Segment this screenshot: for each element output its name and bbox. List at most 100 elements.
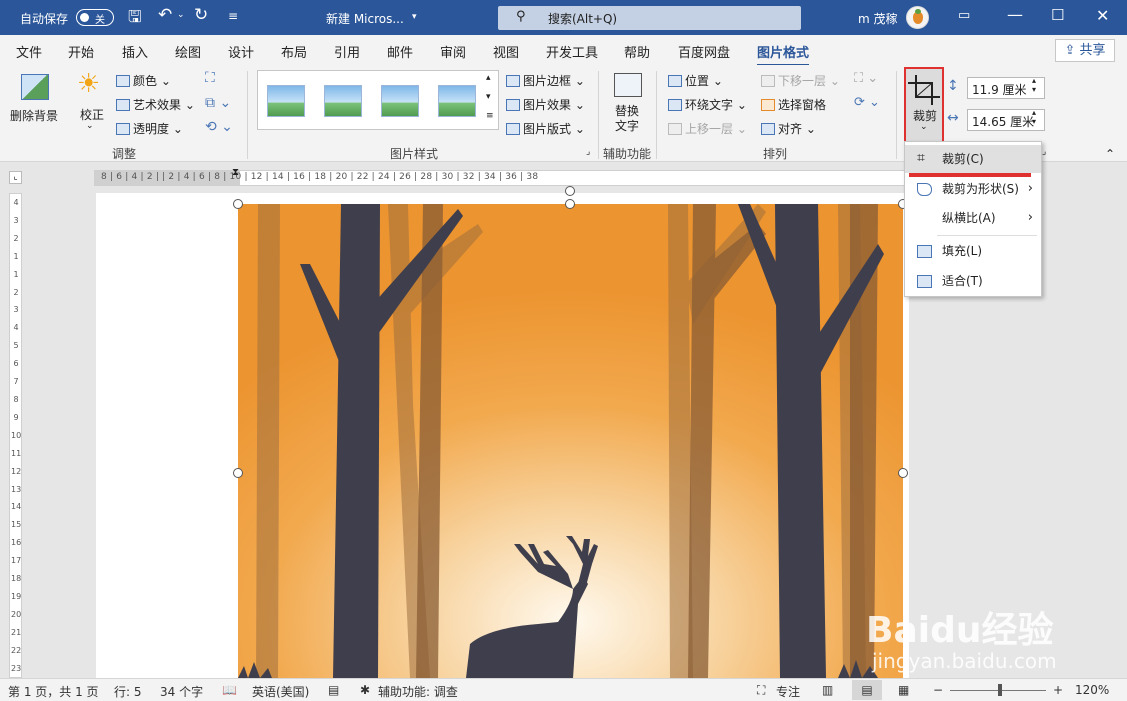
- tab-insert[interactable]: 插入: [122, 42, 148, 61]
- tab-file[interactable]: 文件: [16, 42, 42, 61]
- tab-home[interactable]: 开始: [68, 42, 94, 61]
- compress-pictures-icon[interactable]: ⛶: [205, 70, 215, 86]
- resize-handle[interactable]: [565, 199, 575, 209]
- focus-icon[interactable]: ⛶: [757, 683, 765, 698]
- zoom-in-icon[interactable]: +: [1053, 683, 1063, 697]
- position-label: 位置: [685, 74, 710, 88]
- autosave-toggle[interactable]: 关: [76, 9, 114, 26]
- bring-forward-button[interactable]: 上移一层 ⌄: [668, 120, 747, 137]
- maximize-icon[interactable]: ☐: [1051, 6, 1064, 24]
- selection-pane-button[interactable]: 选择窗格: [761, 96, 826, 113]
- group-objects-icon[interactable]: ⛶ ⌄: [854, 71, 878, 86]
- picture-layout-button[interactable]: 图片版式 ⌄: [506, 120, 585, 137]
- menu-item-aspect-ratio[interactable]: 纵横比(A) ›: [905, 204, 1041, 232]
- print-layout-icon[interactable]: ▤: [852, 680, 882, 700]
- remove-background-button[interactable]: 删除背景: [8, 69, 64, 129]
- macro-icon[interactable]: ▤: [328, 683, 339, 697]
- rotate-icon[interactable]: ⟳ ⌄: [854, 95, 880, 110]
- alt-text-button[interactable]: 替换 文字: [606, 71, 650, 141]
- minimize-icon[interactable]: —: [1007, 5, 1023, 24]
- position-button[interactable]: 位置 ⌄: [668, 72, 723, 89]
- page-count[interactable]: 第 1 页，共 1 页: [8, 683, 99, 700]
- height-spinner[interactable]: ▴ ▾: [1032, 76, 1036, 94]
- word-count[interactable]: 34 个字: [160, 683, 203, 700]
- close-icon[interactable]: ✕: [1096, 6, 1109, 25]
- undo-icon[interactable]: ↶: [158, 5, 172, 25]
- autosave-label: 自动保存: [20, 12, 69, 26]
- tab-help[interactable]: 帮助: [624, 42, 650, 61]
- artistic-effects-button[interactable]: 艺术效果 ⌄: [116, 96, 195, 113]
- resize-handle[interactable]: [233, 199, 243, 209]
- horizontal-ruler[interactable]: 8 | 6 | 4 | 2 | | 2 | 4 | 6 | 8 | 10 | 1…: [94, 167, 905, 186]
- search-box[interactable]: ⚲ 搜索(Alt+Q): [498, 6, 801, 30]
- title-dropdown-icon[interactable]: ▾: [412, 12, 417, 22]
- zoom-out-icon[interactable]: −: [933, 683, 943, 697]
- tab-baidu-netdisk[interactable]: 百度网盘: [678, 42, 730, 61]
- tab-selector[interactable]: ⌞: [9, 171, 22, 184]
- crop-button[interactable]: 裁剪 ⌄: [904, 67, 944, 144]
- focus-label[interactable]: 专注: [776, 683, 800, 700]
- read-mode-icon[interactable]: ▥: [822, 683, 833, 697]
- save-icon[interactable]: 🖫: [128, 6, 142, 33]
- avatar[interactable]: [906, 6, 929, 29]
- picture-style-thumb[interactable]: [324, 85, 362, 117]
- picture-effects-button[interactable]: 图片效果 ⌄: [506, 96, 585, 113]
- indent-marker[interactable]: ⧗: [232, 167, 239, 178]
- tab-mailings[interactable]: 邮件: [387, 42, 413, 61]
- tab-layout[interactable]: 布局: [281, 42, 307, 61]
- zoom-slider-thumb[interactable]: [998, 684, 1002, 696]
- tab-picture-format[interactable]: 图片格式: [757, 42, 810, 67]
- redo-icon[interactable]: ↻: [194, 5, 208, 25]
- dialog-launcher-icon[interactable]: ⌟: [586, 147, 590, 157]
- rotate-handle[interactable]: [565, 186, 575, 196]
- menu-item-crop-to-shape[interactable]: 裁剪为形状(S) ›: [905, 175, 1041, 203]
- reset-picture-icon[interactable]: ⟲ ⌄: [205, 119, 233, 135]
- tab-design[interactable]: 设计: [228, 42, 254, 61]
- line-number[interactable]: 行: 5: [114, 683, 142, 700]
- gallery-up-icon[interactable]: ▴: [486, 73, 491, 83]
- picture-styles-gallery[interactable]: ▴ ▾ ≡: [257, 70, 499, 130]
- color-button[interactable]: 颜色 ⌄: [116, 72, 171, 89]
- accessibility-icon[interactable]: ✱: [360, 683, 370, 697]
- picture-border-button[interactable]: 图片边框 ⌄: [506, 72, 585, 89]
- menu-item-fill[interactable]: 填充(L): [905, 237, 1041, 265]
- tab-developer[interactable]: 开发工具: [546, 42, 598, 61]
- size-dialog-launcher-icon[interactable]: ⌟: [1042, 147, 1046, 157]
- document-title[interactable]: 新建 Micros...: [326, 10, 404, 27]
- corrections-button[interactable]: ☀ 校正 ⌄: [70, 69, 112, 135]
- selected-picture[interactable]: [238, 204, 903, 678]
- picture-style-thumb[interactable]: [381, 85, 419, 117]
- resize-handle[interactable]: [898, 468, 908, 478]
- picture-style-thumb[interactable]: [267, 85, 305, 117]
- tab-view[interactable]: 视图: [493, 42, 519, 61]
- width-spinner[interactable]: ▴ ▾: [1032, 108, 1036, 126]
- resize-handle[interactable]: [233, 468, 243, 478]
- crop-icon: ⌗: [917, 150, 925, 166]
- customize-qat-icon[interactable]: ≡: [228, 9, 238, 23]
- send-backward-button[interactable]: 下移一层 ⌄: [761, 72, 840, 89]
- tab-draw[interactable]: 绘图: [175, 42, 201, 61]
- change-picture-icon[interactable]: ⧉ ⌄: [205, 95, 231, 111]
- vertical-ruler-number: 14: [11, 502, 22, 512]
- picture-style-thumb[interactable]: [438, 85, 476, 117]
- menu-item-fit[interactable]: 适合(T): [905, 267, 1041, 295]
- collapse-ribbon-icon[interactable]: ⌃: [1105, 147, 1115, 161]
- accessibility-status[interactable]: 辅助功能: 调查: [378, 683, 458, 700]
- share-button[interactable]: ⇪ 共享: [1055, 39, 1115, 62]
- tab-references[interactable]: 引用: [334, 42, 360, 61]
- language[interactable]: 英语(美国): [252, 683, 309, 700]
- ribbon-display-options-icon[interactable]: ▭: [958, 8, 970, 23]
- tab-review[interactable]: 审阅: [440, 42, 466, 61]
- transparency-button[interactable]: 透明度 ⌄: [116, 120, 183, 137]
- user-name[interactable]: m 茂稼: [858, 10, 898, 27]
- wrap-text-button[interactable]: 环绕文字 ⌄: [668, 96, 747, 113]
- vertical-ruler[interactable]: 4 3 2 1 1 2 3 4 5 6 7 8 9 10 11 12 13 14 15 16 17 18 19 20 21 22 2…: [9, 193, 22, 678]
- gallery-more-icon[interactable]: ≡: [486, 111, 494, 121]
- web-layout-icon[interactable]: ▦: [898, 683, 909, 697]
- zoom-level[interactable]: 120%: [1075, 683, 1109, 697]
- gallery-down-icon[interactable]: ▾: [486, 92, 491, 102]
- undo-dropdown-icon[interactable]: ⌄: [177, 10, 185, 20]
- align-button[interactable]: 对齐 ⌄: [761, 120, 816, 137]
- proofing-icon[interactable]: 📖: [222, 683, 237, 697]
- menu-item-crop[interactable]: ⌗ 裁剪(C): [905, 145, 1041, 173]
